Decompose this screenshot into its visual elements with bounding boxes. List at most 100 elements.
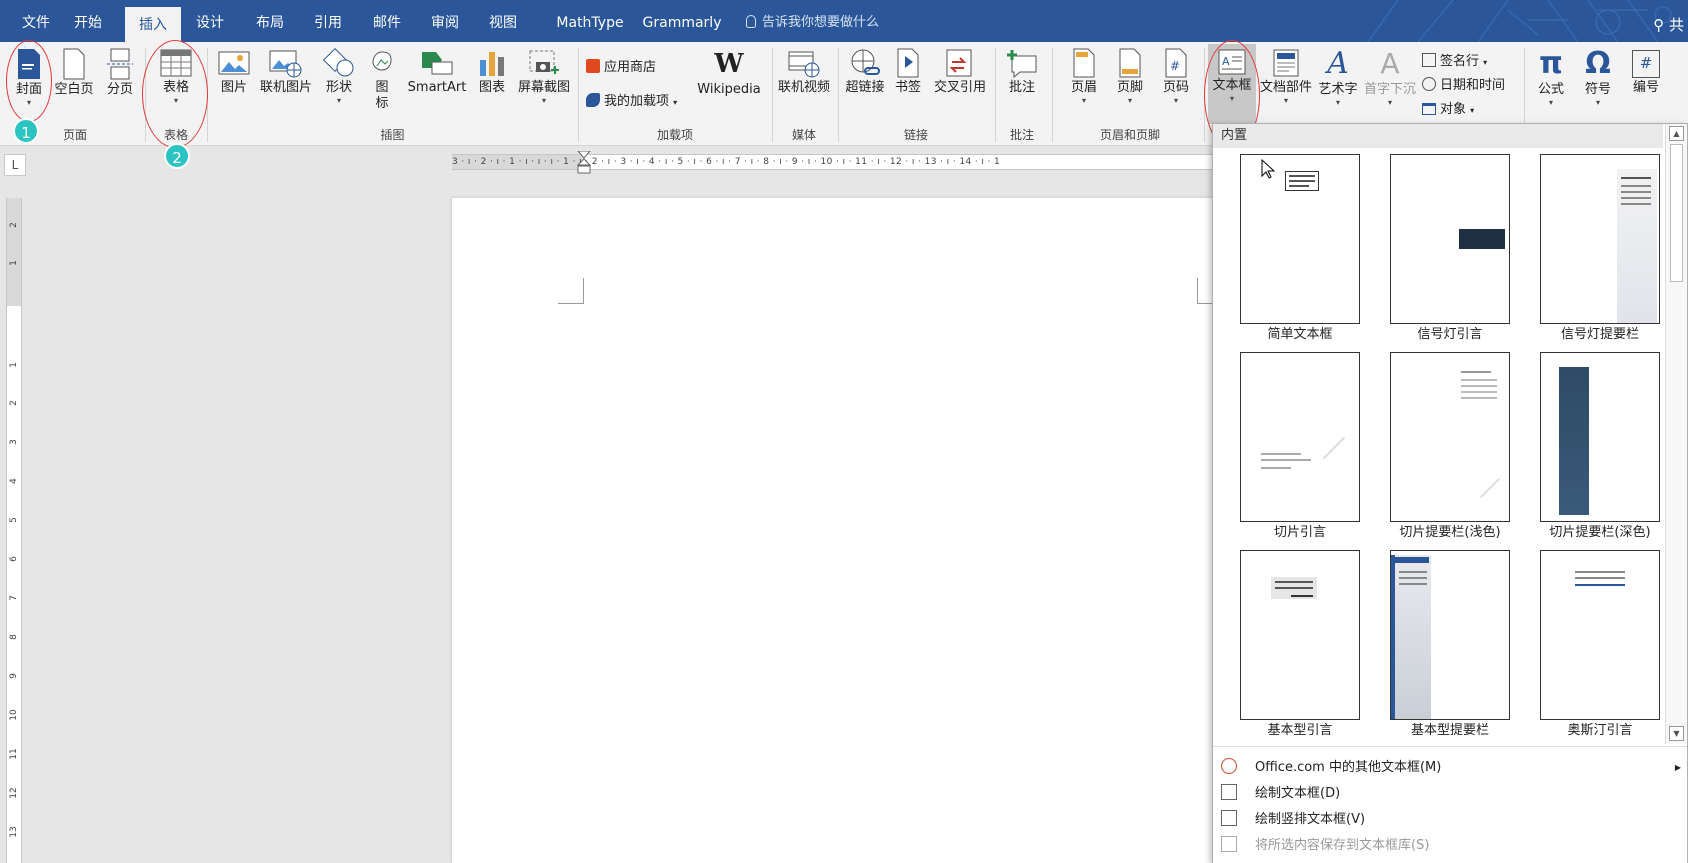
tab-view[interactable]: 视图 [481, 0, 525, 42]
online-picture-button[interactable]: 联机图片 [256, 48, 316, 96]
tab-file[interactable]: 文件 [14, 0, 58, 42]
group-label-media: 媒体 [791, 128, 816, 142]
footer-button[interactable]: 页脚 ▾ [1108, 48, 1152, 106]
tab-review[interactable]: 审阅 [423, 0, 467, 42]
gallery-item-facet-quote[interactable]: 切片引言 [1225, 352, 1375, 548]
my-addins-button[interactable]: 我的加载项 ▾ [586, 90, 677, 109]
hyperlink-icon [851, 49, 880, 75]
thumbnail [1240, 352, 1360, 522]
draw-textbox[interactable]: 绘制文本框(D) [1221, 781, 1340, 807]
tab-layout[interactable]: 布局 [248, 0, 292, 42]
group-separator [772, 48, 773, 142]
tab-references[interactable]: 引用 [306, 0, 350, 42]
indent-marker[interactable] [576, 151, 592, 175]
more-textboxes-office-com[interactable]: Office.com 中的其他文本框(M) ▶ [1221, 755, 1681, 781]
hyperlink-button[interactable]: 超链接 [842, 48, 888, 96]
object-icon [1422, 103, 1436, 115]
gallery-item-label: 简单文本框 [1267, 327, 1333, 342]
office-icon [1221, 758, 1237, 774]
gallery-item-banded-quote[interactable]: 信号灯引言 [1375, 154, 1525, 350]
gallery-item-label: 切片提要栏(浅色) [1399, 525, 1501, 540]
vruler-number: 2 [9, 400, 19, 406]
symbol-button[interactable]: Ω 符号 ▾ [1576, 48, 1620, 108]
date-time-button[interactable]: 日期和时间 [1422, 74, 1505, 93]
share-button[interactable]: ⚲ 共 [1653, 14, 1684, 35]
thumb-box [1459, 229, 1505, 249]
vertical-ruler[interactable]: 2 1 1 2 3 4 5 6 7 8 9 10 11 12 13 [6, 198, 22, 863]
gallery-section-builtin: 内置 [1213, 124, 1663, 148]
online-picture-icon [269, 50, 302, 78]
gallery-item-label: 基本型引言 [1267, 723, 1333, 738]
header-label: 页眉 [1070, 80, 1097, 95]
save-selection-to-gallery[interactable]: 将所选内容保存到文本框库(S) [1221, 833, 1429, 859]
gallery-item-austin-quote[interactable]: 奥斯汀引言 [1525, 550, 1675, 746]
omega-icon: Ω [1585, 46, 1611, 81]
gallery-item-facet-sidebar-light[interactable]: 切片提要栏(浅色) [1375, 352, 1525, 548]
group-separator [995, 48, 996, 142]
quick-parts-button[interactable]: 文档部件 ▾ [1258, 48, 1314, 106]
page-break-button[interactable]: 分页 [100, 48, 140, 98]
thumb-line [1461, 385, 1497, 387]
scroll-up-arrow[interactable]: ▲ [1669, 126, 1684, 141]
menu-item-label: 绘制文本框(D) [1255, 786, 1341, 801]
cross-reference-button[interactable]: 交叉引用 [930, 48, 990, 96]
tab-grammarly[interactable]: Grammarly [642, 0, 722, 42]
online-video-button[interactable]: 联机视频 [774, 48, 834, 96]
tab-mailings[interactable]: 邮件 [365, 0, 409, 42]
chart-icon [480, 52, 504, 76]
vruler-number: 1 [9, 260, 19, 266]
picture-button[interactable]: 图片 [214, 48, 254, 96]
tab-home[interactable]: 开始 [66, 0, 110, 42]
smartart-button[interactable]: SmartArt [404, 48, 470, 96]
document-page[interactable] [452, 198, 1223, 863]
bookmark-icon [897, 48, 919, 78]
wikipedia-button[interactable]: W Wikipedia [692, 48, 766, 98]
page-number-button[interactable]: # 页码 ▾ [1154, 48, 1198, 106]
ruler-scale: 3 · ı · 2 · ı · 1 · ı · ı · ı · 1 · ı · … [452, 157, 1001, 167]
bookmark-label: 书签 [894, 80, 921, 95]
tab-selector[interactable]: L [4, 154, 26, 176]
gallery-item-banded-sidebar[interactable]: 信号灯提要栏 [1525, 154, 1675, 350]
gallery-item-label: 切片提要栏(深色) [1549, 525, 1651, 540]
online-video-icon [788, 51, 820, 78]
blank-page-label: 空白页 [54, 82, 94, 97]
online-picture-label: 联机图片 [259, 80, 312, 95]
header-button[interactable]: 页眉 ▾ [1062, 48, 1106, 106]
thumb-line [1399, 577, 1427, 579]
object-button[interactable]: 对象 ▾ [1422, 98, 1474, 117]
numbering-button[interactable]: # 编号 [1624, 48, 1668, 96]
thumb-line [1461, 379, 1497, 381]
dropcap-button[interactable]: A 首字下沉 ▾ [1362, 48, 1418, 108]
menu-item-label: Office.com 中的其他文本框(M) [1255, 760, 1442, 775]
tab-mathtype[interactable]: MathType [540, 0, 640, 42]
thumb-line [1621, 185, 1651, 187]
draw-vertical-textbox[interactable]: 绘制竖排文本框(V) [1221, 807, 1365, 833]
bookmark-button[interactable]: 书签 [890, 48, 926, 96]
blank-page-button[interactable]: 空白页 [52, 48, 96, 98]
tell-me-search[interactable]: 告诉我你想要做什么 [746, 0, 879, 42]
menu-item-label: 绘制竖排文本框(V) [1255, 812, 1366, 827]
tab-insert[interactable]: 插入 [125, 7, 181, 42]
ruler-margin-top [7, 198, 21, 306]
wordart-button[interactable]: A 艺术字 ▾ [1316, 48, 1360, 108]
shapes-button[interactable]: 形状 ▾ [318, 48, 360, 106]
smartart-label: SmartArt [407, 80, 467, 95]
gallery-item-basic-quote[interactable]: 基本型引言 [1225, 550, 1375, 746]
equation-button[interactable]: π 公式 ▾ [1530, 48, 1572, 108]
gallery-item-facet-sidebar-dark[interactable]: 切片提要栏(深色) [1525, 352, 1675, 548]
gallery-item-basic-sidebar[interactable]: 基本型提要栏 [1375, 550, 1525, 746]
horizontal-ruler[interactable]: 3 · ı · 2 · ı · 1 · ı · ı · ı · 1 · ı · … [452, 151, 1212, 174]
thumbnail [1390, 550, 1510, 720]
group-separator [838, 48, 839, 142]
icons-button[interactable]: 图 标 [364, 48, 400, 112]
comment-label: 批注 [1008, 80, 1035, 95]
gallery-item-simple-textbox[interactable]: 简单文本框 [1225, 154, 1375, 350]
screenshot-label: 屏幕截图 [517, 80, 570, 95]
chart-button[interactable]: 图表 [472, 48, 512, 96]
store-button[interactable]: 应用商店 [586, 56, 656, 75]
signature-line-button[interactable]: 签名行 ▾ [1422, 50, 1487, 69]
comment-button[interactable]: 批注 [1000, 48, 1044, 96]
screenshot-button[interactable]: 屏幕截图 ▾ [514, 48, 574, 106]
tab-design[interactable]: 设计 [188, 0, 232, 42]
annotation-circle-2 [142, 40, 208, 148]
